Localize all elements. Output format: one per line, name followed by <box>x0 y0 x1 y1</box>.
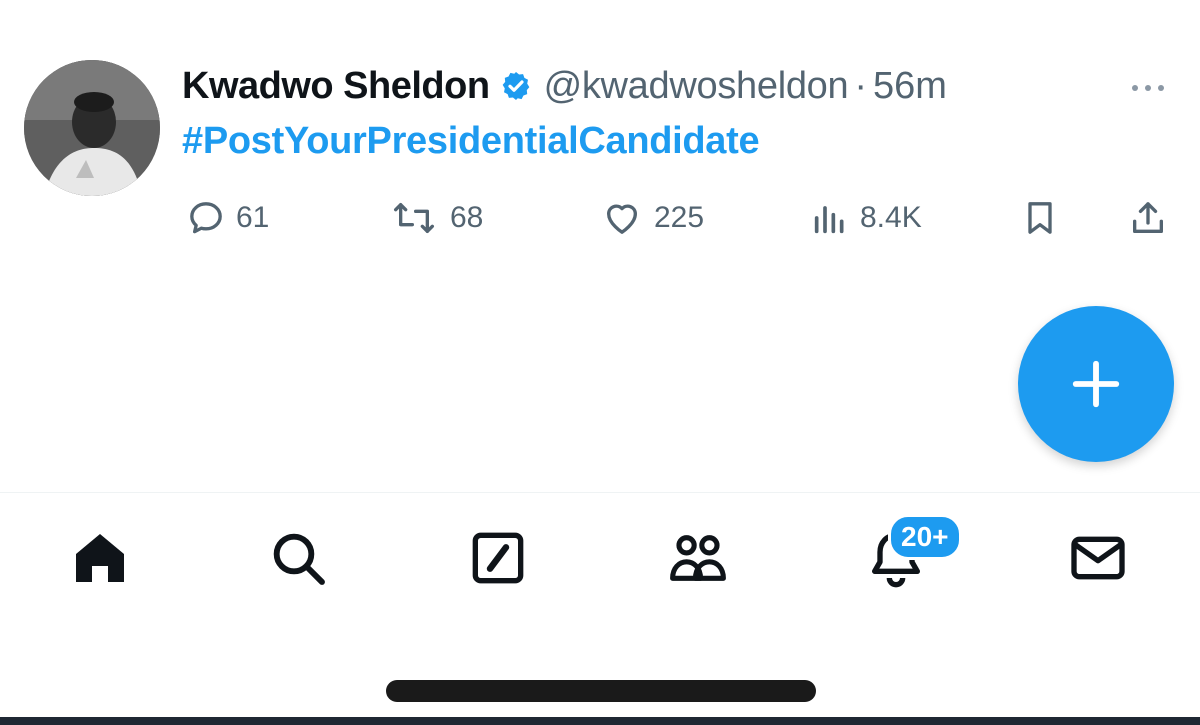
like-button[interactable]: 225 <box>600 196 704 240</box>
home-indicator[interactable] <box>386 680 816 702</box>
nav-divider <box>0 492 1200 493</box>
dot <box>1158 85 1164 91</box>
messages-icon <box>1071 536 1125 580</box>
avatar-image <box>24 60 160 196</box>
dot <box>1132 85 1138 91</box>
nav-communities[interactable] <box>662 522 734 594</box>
display-name[interactable]: Kwadwo Sheldon <box>182 65 490 108</box>
home-icon <box>76 534 124 582</box>
bookmark-icon <box>1028 202 1052 234</box>
reply-count: 61 <box>236 201 270 234</box>
separator: · <box>854 64 867 107</box>
share-button[interactable] <box>1128 196 1168 240</box>
search-icon <box>273 533 325 585</box>
heart-icon <box>607 204 637 234</box>
like-count: 225 <box>654 201 705 234</box>
tweet-header: Kwadwo Sheldon @kwadwosheldon · 56m <box>182 58 947 114</box>
share-icon <box>1133 202 1163 233</box>
communities-icon <box>670 535 726 581</box>
reply-button[interactable]: 61 <box>186 196 269 240</box>
notifications-badge: 20+ <box>888 514 962 560</box>
handle[interactable]: @kwadwosheldon <box>544 65 849 108</box>
views-icon <box>814 206 844 234</box>
compose-button[interactable] <box>1018 306 1174 462</box>
bookmark-button[interactable] <box>1020 196 1060 240</box>
dot <box>1145 85 1151 91</box>
timestamp[interactable]: 56m <box>873 65 947 108</box>
bottom-frame <box>0 717 1200 725</box>
grok-icon <box>472 532 524 584</box>
views-button[interactable]: 8.4K <box>810 196 922 240</box>
verified-badge-icon <box>500 70 532 102</box>
retweet-button[interactable]: 68 <box>388 196 483 240</box>
nav-grok[interactable] <box>462 522 534 594</box>
tweet-text-hashtag[interactable]: #PostYourPresidentialCandidate <box>182 120 760 163</box>
retweet-count: 68 <box>450 201 484 234</box>
retweet-icon <box>394 203 434 233</box>
nav-search[interactable] <box>262 522 334 594</box>
nav-messages[interactable] <box>1062 522 1134 594</box>
reply-icon <box>190 202 222 234</box>
plus-icon <box>1072 360 1120 408</box>
avatar[interactable] <box>24 60 160 196</box>
more-options-icon[interactable] <box>1118 70 1178 106</box>
nav-home[interactable] <box>64 522 136 594</box>
view-count: 8.4K <box>860 201 922 234</box>
